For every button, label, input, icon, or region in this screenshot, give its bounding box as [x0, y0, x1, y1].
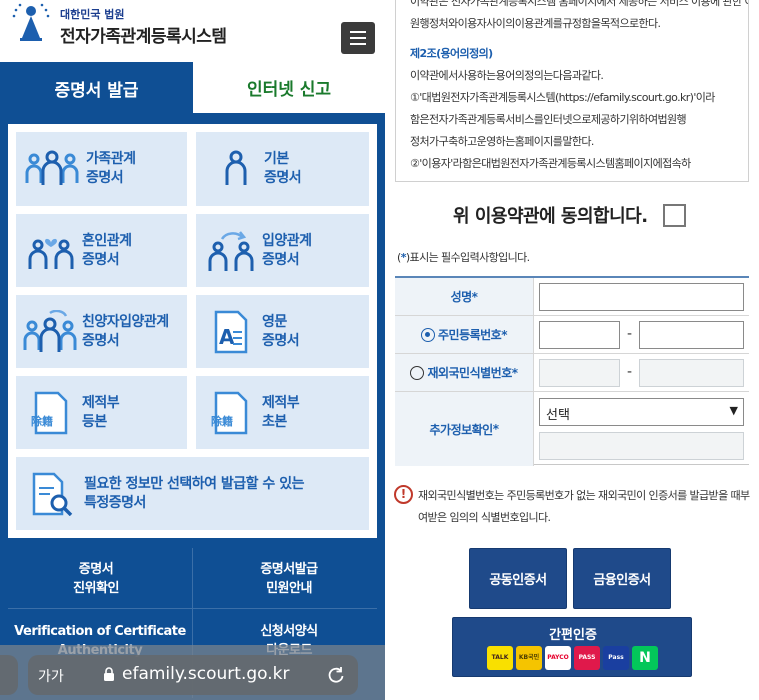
- required-note: (*)표시는 필수입력사항입니다.: [397, 251, 530, 264]
- card-label: 제적부 등본: [82, 394, 120, 430]
- search-document-icon: [32, 472, 73, 516]
- hamburger-menu-button[interactable]: [341, 22, 375, 54]
- samsung-pass-icon: Pass: [603, 646, 629, 670]
- agree-label: 위 이용약관에 동의합니다.: [453, 206, 648, 227]
- card-basic[interactable]: 기본 증명서: [196, 132, 369, 206]
- terms-text: 함은전자가족관계등록서비스를인터넷으로제공하기위하여법원행: [410, 113, 687, 126]
- warning-icon: !: [394, 485, 413, 504]
- foreign-id-radio[interactable]: [410, 365, 425, 380]
- article-2-title: 제2조(용어의정의): [410, 47, 493, 60]
- foreign-id-row: 재외국민식별번호 * -: [395, 354, 749, 392]
- site-title[interactable]: 전자가족관계등록시스템: [60, 22, 227, 47]
- extra-info-select[interactable]: 선택 ▼: [539, 398, 744, 426]
- issue-guide-link[interactable]: 증명서발급 민원안내: [193, 560, 385, 598]
- org-name: 대한민국 법원: [60, 8, 125, 21]
- terms-box[interactable]: 이약관은 전자가족관계등록시스템 홈페이지에서 제공하는 서비스 이용에 관한 …: [395, 0, 749, 182]
- extra-info-label: 추가정보확인 *: [395, 392, 534, 466]
- court-logo-icon: [12, 3, 50, 41]
- card-label: 필요한 정보만 선택하여 발급할 수 있는 특정증명서: [84, 475, 304, 511]
- top-header: 대한민국 법원 전자가족관계등록시스템: [0, 0, 385, 62]
- name-row: 성명 *: [395, 278, 749, 316]
- main-tabs: 증명서 발급 인터넷 신고: [0, 62, 385, 115]
- card-label: 혼인관계 증명서: [82, 232, 132, 268]
- tab-internet-report[interactable]: 인터넷 신고: [193, 62, 385, 115]
- kakao-icon: TALK: [487, 646, 513, 670]
- extra-info-input[interactable]: [539, 432, 744, 460]
- text-size-button[interactable]: 가가: [38, 666, 64, 686]
- card-label: 제적부 초본: [262, 394, 300, 430]
- family-icon: [25, 150, 79, 185]
- reload-icon[interactable]: [326, 665, 346, 685]
- identity-form: 성명 * 주민등록번호 * - 재외국민식별번호 * - 추가정보확인 * 선택 ▼: [395, 276, 749, 466]
- rrn-row: 주민등록번호 * -: [395, 316, 749, 354]
- rrn-radio[interactable]: [420, 327, 435, 342]
- marriage-icon: [28, 238, 74, 269]
- card-full-adoption[interactable]: 친양자입양관계 증명서: [16, 295, 187, 368]
- rrn-label[interactable]: 주민등록번호 *: [395, 316, 534, 353]
- rrn-back-input[interactable]: [639, 321, 744, 349]
- auth-panel: 이약관은 전자가족관계등록시스템 홈페이지에서 제공하는 서비스 이용에 관한 …: [385, 0, 759, 700]
- terms-text: 원행정처와이용자사이의이용관계를규정함을목적으로한다.: [410, 17, 661, 30]
- lock-icon: [104, 667, 114, 681]
- card-family-relation[interactable]: 가족관계 증명서: [16, 132, 187, 206]
- foreign-id-front-input[interactable]: [539, 359, 620, 387]
- foreign-id-notice: 재외국민식별번호는 주민등록번호가 없는 재외국민이 인증서를 발급받을 때부여…: [418, 489, 750, 524]
- card-adoption[interactable]: 입양관계 증명서: [196, 214, 369, 287]
- person-icon: [225, 150, 247, 185]
- agree-checkbox[interactable]: [663, 204, 686, 227]
- simple-auth-label: 간편인증: [549, 628, 597, 643]
- card-label: 친양자입양관계 증명서: [82, 313, 169, 349]
- card-label: 가족관계 증명서: [86, 151, 136, 186]
- card-removed-register-extract[interactable]: 除籍 제적부 초본: [196, 376, 369, 449]
- browser-address-bar: 가가 efamily.scourt.go.kr: [0, 645, 385, 700]
- terms-text: ②'이용자'라함은대법원전자가족관계등록시스템홈페이지에접속하: [410, 157, 691, 170]
- svg-text:A: A: [219, 325, 235, 349]
- adoption-icon: [208, 230, 254, 271]
- register-document-icon: 除籍: [211, 391, 248, 434]
- url-text: efamily.scourt.go.kr: [122, 664, 290, 684]
- certificate-grid: 가족관계 증명서 기본 증명서 혼인관계 증명서 입양관계 증명서 친양자입양관…: [8, 124, 377, 538]
- english-document-icon: A: [214, 310, 248, 353]
- kb-icon: KB국민: [516, 646, 542, 670]
- card-marriage[interactable]: 혼인관계 증명서: [16, 214, 187, 287]
- url-field[interactable]: 가가 efamily.scourt.go.kr: [28, 655, 358, 695]
- foreign-id-back-input[interactable]: [639, 359, 744, 387]
- simple-auth-button[interactable]: 간편인증 TALK KB국민 PAYCO PASS Pass N: [452, 617, 692, 677]
- card-removed-register-copy[interactable]: 除籍 제적부 등본: [16, 376, 187, 449]
- verify-certificate-link[interactable]: 증명서 진위확인: [0, 560, 192, 598]
- card-label: 입양관계 증명서: [262, 232, 312, 268]
- joint-certificate-button[interactable]: 공동인증서: [469, 548, 567, 609]
- dropdown-arrow-icon: ▼: [729, 404, 738, 417]
- previous-tab[interactable]: [0, 655, 18, 695]
- foreign-id-label[interactable]: 재외국민식별번호 *: [395, 354, 534, 391]
- svg-text:除籍: 除籍: [211, 414, 233, 428]
- certificate-panel: 대한민국 법원 전자가족관계등록시스템 증명서 발급 인터넷 신고 가족관계 증…: [0, 0, 385, 700]
- terms-text: 정처가구축하고운영하는홈페이지를말한다.: [410, 135, 594, 148]
- menu-icon: [350, 31, 366, 33]
- payco-icon: PAYCO: [545, 646, 571, 670]
- naver-icon: N: [632, 646, 658, 670]
- terms-text: ①'대법원전자가족관계등록시스템(https://efamily.scourt.…: [410, 91, 715, 104]
- tab-certificate-issue[interactable]: 증명서 발급: [0, 62, 193, 115]
- card-label: 영문 증명서: [262, 313, 300, 349]
- card-specific-certificate[interactable]: 필요한 정보만 선택하여 발급할 수 있는 특정증명서: [16, 457, 369, 530]
- card-english[interactable]: A 영문 증명서: [196, 295, 369, 368]
- pass-icon: PASS: [574, 646, 600, 670]
- financial-certificate-button[interactable]: 금융인증서: [573, 548, 671, 609]
- register-document-icon: 除籍: [31, 391, 68, 434]
- svg-text:除籍: 除籍: [31, 414, 53, 428]
- terms-text: 이약관은 전자가족관계등록시스템 홈페이지에서 제공하는 서비스 이용에 관한 …: [410, 0, 748, 8]
- name-label: 성명 *: [395, 278, 534, 315]
- card-label: 기본 증명서: [264, 151, 302, 186]
- extra-info-row: 추가정보확인 * 선택 ▼: [395, 392, 749, 466]
- rrn-front-input[interactable]: [539, 321, 620, 349]
- terms-text: 이약관에서사용하는용어의정의는다음과같다.: [410, 69, 604, 82]
- name-input[interactable]: [539, 283, 744, 311]
- adoption-family-icon: [23, 309, 77, 352]
